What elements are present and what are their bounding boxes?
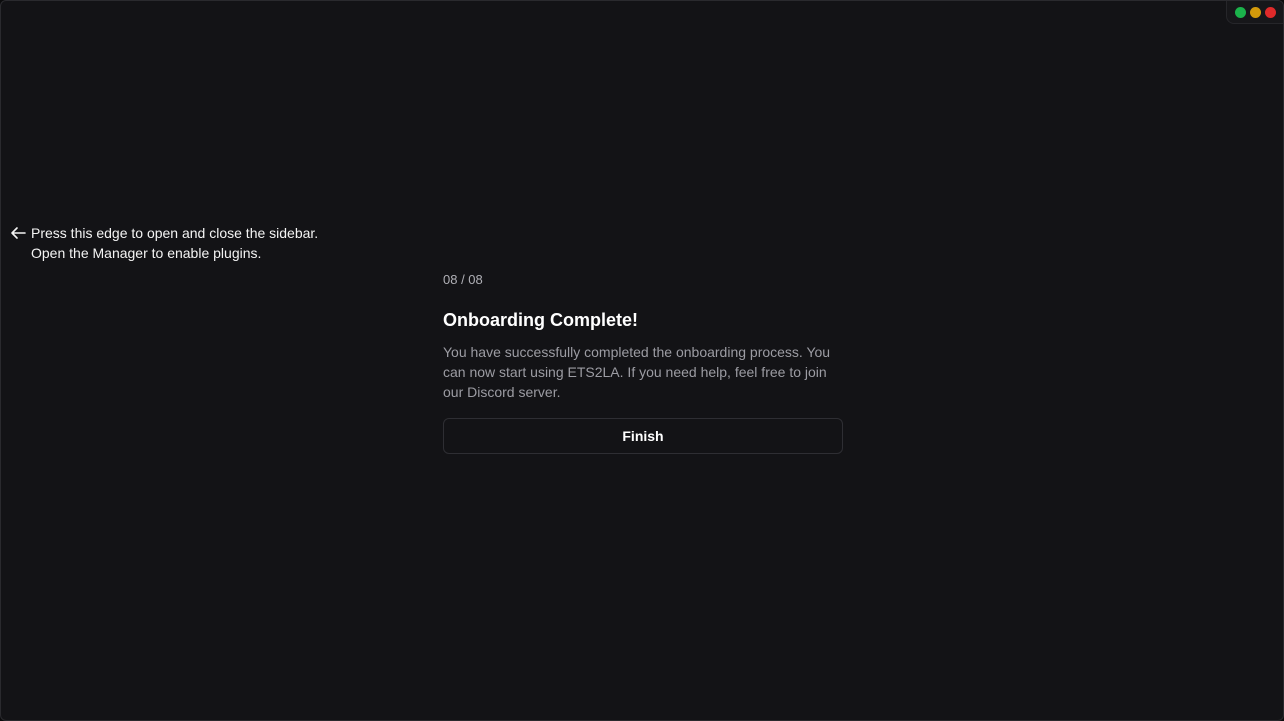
finish-button[interactable]: Finish xyxy=(443,418,843,454)
onboarding-card: 08 / 08 Onboarding Complete! You have su… xyxy=(443,271,843,454)
sidebar-edge-toggle[interactable] xyxy=(1,1,9,720)
sidebar-hint-line2: Open the Manager to enable plugins. xyxy=(31,245,262,261)
app-window: Press this edge to open and close the si… xyxy=(0,0,1284,721)
minimize-button[interactable] xyxy=(1249,6,1261,18)
sidebar-hint-row: Press this edge to open and close the si… xyxy=(10,223,318,243)
arrow-left-icon xyxy=(11,227,26,239)
page-title: Onboarding Complete! xyxy=(443,310,638,330)
sidebar-hint-line1: Press this edge to open and close the si… xyxy=(31,225,319,241)
onboarding-description: You have successfully completed the onbo… xyxy=(443,344,831,400)
close-button[interactable] xyxy=(1264,6,1276,18)
window-controls xyxy=(1226,1,1283,24)
sidebar-hint: Press this edge to open and close the si… xyxy=(10,223,318,263)
maximize-button[interactable] xyxy=(1234,6,1246,18)
step-counter: 08 / 08 xyxy=(443,272,483,287)
